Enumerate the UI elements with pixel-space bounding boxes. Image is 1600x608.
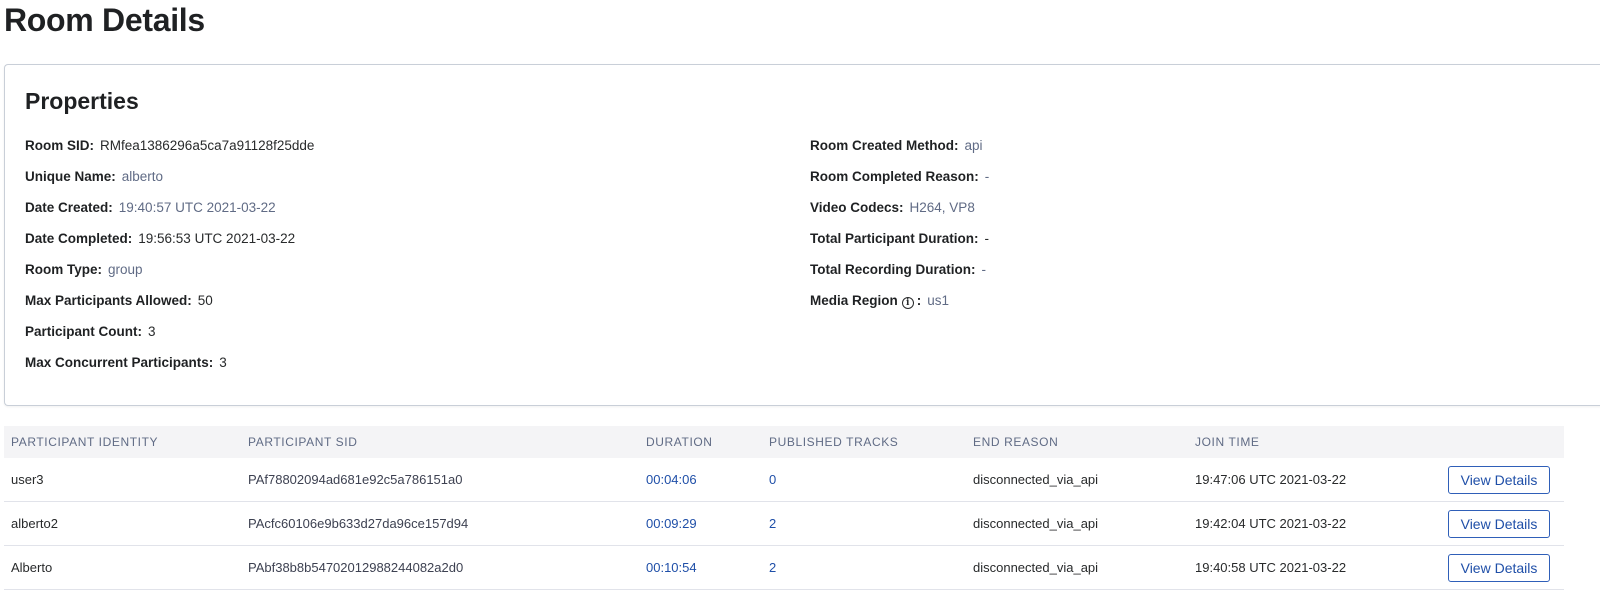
prop-label: Room Completed Reason: — [810, 169, 979, 184]
prop-value: 3 — [219, 355, 227, 370]
prop-label: Max Participants Allowed: — [25, 293, 192, 308]
prop-value[interactable]: RMfea1386296a5ca7a91128f25dde — [100, 138, 314, 153]
prop-max-participants: Max Participants Allowed: 50 — [25, 293, 213, 308]
view-details-button[interactable]: View Details — [1448, 510, 1550, 538]
prop-media-region: Media Region i: us1 — [810, 293, 949, 309]
prop-max-concurrent: Max Concurrent Participants: 3 — [25, 355, 227, 370]
prop-value: 3 — [148, 324, 156, 339]
column-header-tracks: PUBLISHED TRACKS — [769, 435, 899, 449]
cell-end-reason: disconnected_via_api — [973, 560, 1099, 575]
prop-unique-name: Unique Name: alberto — [25, 169, 163, 184]
column-header-end-reason: END REASON — [973, 435, 1059, 449]
cell-identity: alberto2 — [11, 516, 58, 531]
cell-join-time: 19:47:06 UTC 2021-03-22 — [1195, 472, 1347, 487]
column-header-identity: PARTICIPANT IDENTITY — [11, 435, 159, 449]
prop-label: Date Completed: — [25, 231, 133, 246]
prop-value: H264, VP8 — [909, 200, 975, 215]
prop-value: 19:56:53 UTC 2021-03-22 — [138, 231, 296, 246]
prop-label: Date Created: — [25, 200, 113, 215]
prop-label: Participant Count: — [25, 324, 142, 339]
cell-tracks: 2 — [769, 516, 777, 531]
prop-label: Max Concurrent Participants: — [25, 355, 214, 370]
prop-label: Room Type: — [25, 262, 102, 277]
prop-label: Total Recording Duration: — [810, 262, 976, 277]
cell-join-time: 19:40:58 UTC 2021-03-22 — [1195, 560, 1347, 575]
cell-duration: 00:10:54 — [646, 560, 697, 575]
view-details-button[interactable]: View Details — [1448, 554, 1550, 582]
prop-separator: : — [916, 293, 922, 308]
prop-completed-reason: Room Completed Reason: - — [810, 169, 989, 184]
cell-tracks: 0 — [769, 472, 777, 487]
prop-value: - — [981, 262, 987, 277]
cell-end-reason: disconnected_via_api — [973, 516, 1099, 531]
cell-tracks: 2 — [769, 560, 777, 575]
properties-title: Properties — [25, 88, 139, 114]
properties-card: Properties Room SID: RMfea1386296a5ca7a91… — [4, 64, 1600, 406]
prop-label: Media Region — [810, 293, 898, 308]
prop-label: Room Created Method: — [810, 138, 959, 153]
prop-label: Unique Name: — [25, 169, 116, 184]
cell-sid: PAf78802094ad681e92c5a786151a0 — [248, 472, 463, 487]
prop-participant-count: Participant Count: 3 — [25, 324, 156, 339]
cell-sid: PAbf38b8b54702012988244082a2d0 — [248, 560, 464, 575]
table-row: Alberto PAbf38b8b54702012988244082a2d0 0… — [4, 546, 1564, 590]
prop-total-participant-duration: Total Participant Duration: - — [810, 231, 989, 246]
prop-total-recording-duration: Total Recording Duration: - — [810, 262, 986, 277]
table-row: user3 PAf78802094ad681e92c5a786151a0 00:… — [4, 458, 1564, 502]
prop-label: Video Codecs: — [810, 200, 904, 215]
column-header-duration: DURATION — [646, 435, 713, 449]
prop-value: 50 — [197, 293, 213, 308]
prop-room-sid: Room SID: RMfea1386296a5ca7a91128f25dde — [25, 138, 314, 153]
prop-value: api — [964, 138, 983, 153]
prop-created-method: Room Created Method: api — [810, 138, 983, 153]
view-details-button[interactable]: View Details — [1448, 466, 1550, 494]
cell-end-reason: disconnected_via_api — [973, 472, 1099, 487]
cell-join-time: 19:42:04 UTC 2021-03-22 — [1195, 516, 1347, 531]
prop-value: - — [984, 231, 990, 246]
prop-value: group — [108, 262, 143, 277]
prop-date-completed: Date Completed: 19:56:53 UTC 2021-03-22 — [25, 231, 295, 246]
prop-value: 19:40:57 UTC 2021-03-22 — [118, 200, 276, 215]
prop-label: Room SID: — [25, 138, 94, 153]
cell-identity: Alberto — [11, 560, 53, 575]
info-circle-icon[interactable]: i — [901, 297, 914, 309]
cell-identity: user3 — [11, 472, 44, 487]
page-title: Room Details — [4, 2, 205, 38]
prop-label: Total Participant Duration: — [810, 231, 979, 246]
prop-video-codecs: Video Codecs: H264, VP8 — [810, 200, 975, 215]
column-header-join-time: JOIN TIME — [1195, 435, 1260, 449]
table-row: alberto2 PAcfc60106e9b633d27da96ce157d94… — [4, 502, 1564, 546]
prop-value: us1 — [927, 293, 950, 308]
cell-duration: 00:04:06 — [646, 472, 697, 487]
cell-duration: 00:09:29 — [646, 516, 697, 531]
prop-room-type: Room Type: group — [25, 262, 143, 277]
prop-value: alberto — [121, 169, 164, 184]
prop-value: - — [984, 169, 990, 184]
prop-date-created: Date Created: 19:40:57 UTC 2021-03-22 — [25, 200, 276, 215]
cell-sid: PAcfc60106e9b633d27da96ce157d94 — [248, 516, 469, 531]
table-header: PARTICIPANT IDENTITY PARTICIPANT SID DUR… — [4, 426, 1564, 458]
column-header-sid: PARTICIPANT SID — [248, 435, 358, 449]
